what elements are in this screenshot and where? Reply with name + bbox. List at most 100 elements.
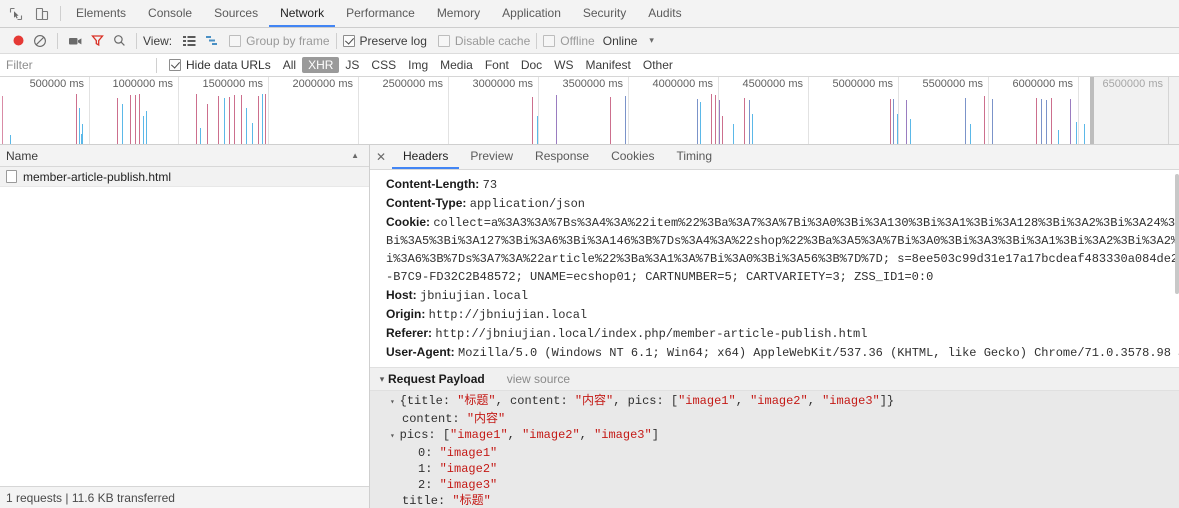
column-header-name[interactable]: Name ▲ xyxy=(0,145,369,167)
overview-selection-handle[interactable] xyxy=(1090,77,1094,144)
overview-request-bar xyxy=(697,99,698,144)
payload-key: content: xyxy=(402,412,467,426)
overview-request-bar xyxy=(265,94,266,144)
header-value: jbniujian.local xyxy=(420,289,529,303)
payload-key: ]} xyxy=(879,394,895,408)
overview-gridline xyxy=(898,77,899,144)
overview-request-bar xyxy=(122,104,123,144)
overview-request-bar xyxy=(610,97,611,144)
tab-network[interactable]: Network xyxy=(269,0,336,27)
tab-headers[interactable]: Headers xyxy=(392,145,460,169)
hide-data-urls-label: Hide data URLs xyxy=(186,58,271,72)
tab-label: Console xyxy=(148,5,193,20)
filter-type-media[interactable]: Media xyxy=(434,57,479,73)
overview-request-bar xyxy=(1046,100,1047,144)
sort-ascending-icon[interactable]: ▲ xyxy=(351,151,359,160)
payload-node[interactable]: 1: "image2" xyxy=(370,461,1179,477)
header-line: Host: jbniujian.local xyxy=(386,286,1179,305)
filter-type-doc[interactable]: Doc xyxy=(515,57,548,73)
search-icon[interactable] xyxy=(108,30,130,52)
scrollbar[interactable] xyxy=(1175,170,1179,508)
request-payload-section-header[interactable]: ▾ Request Payload view source xyxy=(370,367,1179,391)
triangle-down-icon[interactable]: ▾ xyxy=(390,398,400,407)
overview-tick-label: 3000000 ms xyxy=(472,78,533,90)
payload-key: , xyxy=(735,394,751,408)
filter-type-img[interactable]: Img xyxy=(402,57,434,73)
tab-preview[interactable]: Preview xyxy=(459,145,524,169)
overview-selection-shade[interactable] xyxy=(1093,77,1179,144)
header-name: Host: xyxy=(386,288,420,302)
detail-tab-bar: ✕ Headers Preview Response Cookies Timin… xyxy=(370,145,1179,170)
tab-console[interactable]: Console xyxy=(137,0,203,27)
triangle-down-icon[interactable]: ▾ xyxy=(376,374,388,385)
filter-type-other[interactable]: Other xyxy=(637,57,679,73)
payload-node[interactable]: title: "标题" xyxy=(370,493,1179,508)
table-row[interactable]: member-article-publish.html xyxy=(0,167,369,187)
overview-request-bar xyxy=(252,123,253,144)
record-icon[interactable] xyxy=(7,30,29,52)
overview-request-bar xyxy=(556,95,557,144)
overview-tick-label: 4500000 ms xyxy=(742,78,803,90)
throttling-select[interactable]: Online xyxy=(603,34,638,48)
tab-timing[interactable]: Timing xyxy=(665,145,723,169)
view-label: View: xyxy=(143,33,173,48)
camera-icon[interactable] xyxy=(64,30,86,52)
tab-elements[interactable]: Elements xyxy=(65,0,137,27)
overview-request-bar xyxy=(711,94,712,144)
filter-type-manifest[interactable]: Manifest xyxy=(580,57,637,73)
overview-request-bar xyxy=(218,96,219,144)
view-source-link[interactable]: view source xyxy=(507,372,570,386)
payload-node[interactable]: 2: "image3" xyxy=(370,477,1179,493)
close-icon[interactable]: ✕ xyxy=(370,145,392,169)
clear-icon[interactable] xyxy=(29,30,51,52)
tab-sources[interactable]: Sources xyxy=(203,0,269,27)
payload-string-value: "image2" xyxy=(439,462,498,476)
chevron-down-icon[interactable]: ▾ xyxy=(649,35,654,46)
filter-icon[interactable] xyxy=(86,30,108,52)
header-value: collect=a%3A3%3A%7Bs%3A4%3A%22item%22%3B… xyxy=(433,216,1179,230)
overview-request-bar xyxy=(1084,124,1085,144)
offline-checkbox[interactable]: Offline xyxy=(543,34,595,48)
request-list: member-article-publish.html xyxy=(0,167,369,486)
filter-type-font[interactable]: Font xyxy=(479,57,515,73)
filter-type-css[interactable]: CSS xyxy=(365,57,402,73)
payload-node[interactable]: ▾ {title: "标题", content: "内容", pics: ["i… xyxy=(370,393,1179,411)
tab-label: Response xyxy=(535,149,590,163)
preserve-log-checkbox[interactable]: Preserve log xyxy=(342,34,427,48)
waterfall-view-icon[interactable] xyxy=(200,30,222,52)
payload-node[interactable]: 0: "image1" xyxy=(370,445,1179,461)
filter-type-xhr[interactable]: XHR xyxy=(302,57,340,73)
disable-cache-checkbox[interactable]: Disable cache xyxy=(437,34,530,48)
payload-node[interactable]: content: "内容" xyxy=(370,411,1179,427)
overview-gridline xyxy=(358,77,359,144)
tab-label: Performance xyxy=(346,5,415,20)
group-by-frame-checkbox[interactable]: Group by frame xyxy=(229,34,330,48)
tab-label: Timing xyxy=(676,149,713,163)
tab-label: Network xyxy=(280,5,325,20)
tab-cookies[interactable]: Cookies xyxy=(600,145,665,169)
filter-type-js[interactable]: JS xyxy=(339,57,365,73)
filter-input[interactable] xyxy=(4,54,154,76)
tab-performance[interactable]: Performance xyxy=(335,0,426,27)
device-toolbar-icon[interactable] xyxy=(34,6,50,22)
tab-application[interactable]: Application xyxy=(491,0,572,27)
tab-security[interactable]: Security xyxy=(572,0,637,27)
inspect-element-icon[interactable] xyxy=(8,6,24,22)
overview-request-bar xyxy=(890,99,891,144)
tab-audits[interactable]: Audits xyxy=(637,0,692,27)
devtools-window: Elements Console Sources Network Perform… xyxy=(0,0,1179,508)
hide-data-urls-checkbox[interactable]: Hide data URLs xyxy=(169,58,271,72)
tab-memory[interactable]: Memory xyxy=(426,0,491,27)
request-headers-list: Content-Length: 73 Content-Type: applicat… xyxy=(370,170,1179,362)
network-overview-timeline[interactable]: 500000 ms 1000000 ms 1500000 ms 2000000 ms 2… xyxy=(0,77,1179,145)
status-bar-text: 1 requests | 11.6 KB transferred xyxy=(6,490,175,505)
list-view-icon[interactable] xyxy=(178,30,200,52)
filter-type-all[interactable]: All xyxy=(277,57,302,73)
tab-response[interactable]: Response xyxy=(524,145,600,169)
payload-node[interactable]: ▾ pics: ["image1", "image2", "image3"] xyxy=(370,427,1179,445)
payload-string-value: "内容" xyxy=(466,412,506,426)
payload-key: title: xyxy=(402,494,453,508)
triangle-down-icon[interactable]: ▾ xyxy=(390,432,400,441)
filter-type-ws[interactable]: WS xyxy=(548,57,579,73)
header-value: http://jbniujian.local/index.php/member-… xyxy=(435,327,868,341)
